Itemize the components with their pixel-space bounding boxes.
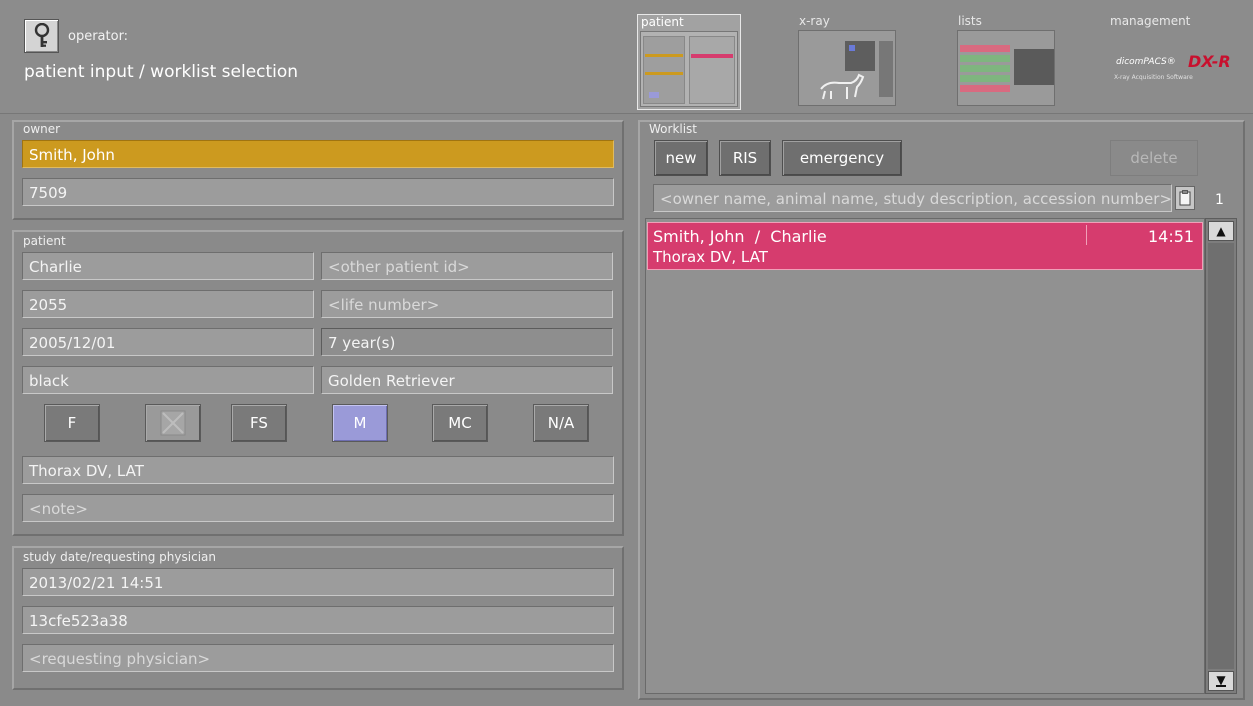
nav-tab-xray[interactable]: x-ray <box>796 14 900 110</box>
worklist-list <box>645 218 1205 694</box>
sex-button-m[interactable]: M <box>332 404 388 442</box>
owner-name-field[interactable]: Smith, John <box>22 140 614 168</box>
operator-login-button[interactable] <box>24 19 59 53</box>
requesting-physician-field[interactable]: <requesting physician> <box>22 644 614 672</box>
scroll-track[interactable] <box>1208 243 1234 669</box>
lists-thumbnail <box>957 30 1055 106</box>
sex-button-f[interactable]: F <box>44 404 100 442</box>
patient-thumbnail <box>640 31 738 107</box>
patient-name-field[interactable]: Charlie <box>22 252 314 280</box>
nav-tab-patient-label: patient <box>641 15 684 29</box>
other-patient-id-field[interactable]: <other patient id> <box>321 252 613 280</box>
worklist-emergency-button[interactable]: emergency <box>782 140 902 176</box>
study-description-field[interactable]: Thorax DV, LAT <box>22 456 614 484</box>
birth-date-field[interactable]: 2005/12/01 <box>22 328 314 356</box>
owner-id-field[interactable]: 7509 <box>22 178 614 206</box>
nav-tab-lists[interactable]: lists <box>955 14 1059 110</box>
sex-button-fs[interactable]: FS <box>231 404 287 442</box>
triangle-up-icon: ▲ <box>1216 224 1226 238</box>
worklist-row[interactable]: Smith, John / Charlie 14:51 Thorax DV, L… <box>647 222 1203 270</box>
sex-button-unknown[interactable] <box>145 404 201 442</box>
patient-legend: patient <box>23 234 66 248</box>
brand-logo: dicomPACS® DX-R X-ray Acquisition Softwa… <box>1114 52 1231 81</box>
color-field[interactable]: black <box>22 366 314 394</box>
study-date-field[interactable]: 2013/02/21 14:51 <box>22 568 614 596</box>
worklist-delete-button[interactable]: delete <box>1110 140 1198 176</box>
scroll-down-button[interactable]: ▼ <box>1208 671 1234 691</box>
worklist-row-time: 14:51 <box>1148 227 1195 246</box>
patient-id-field[interactable]: 2055 <box>22 290 314 318</box>
worklist-legend: Worklist <box>649 122 698 136</box>
worklist-row-title: Smith, John / Charlie <box>653 227 827 246</box>
life-number-field[interactable]: <life number> <box>321 290 613 318</box>
worklist-row-description: Thorax DV, LAT <box>653 248 768 266</box>
age-field: 7 year(s) <box>321 328 613 356</box>
note-field[interactable]: <note> <box>22 494 614 522</box>
worklist-ris-button[interactable]: RIS <box>719 140 771 176</box>
breed-field[interactable]: Golden Retriever <box>321 366 613 394</box>
worklist-count: 1 <box>1215 192 1224 208</box>
nav-tab-management-label: management <box>1110 14 1191 28</box>
nav-tab-xray-label: x-ray <box>799 14 830 28</box>
sex-button-na[interactable]: N/A <box>533 404 589 442</box>
worklist-scrollbar[interactable]: ▲ ▼ <box>1205 218 1237 694</box>
operator-label: operator: <box>68 29 129 44</box>
header-bar: operator: patient input / worklist selec… <box>0 0 1253 114</box>
clear-search-button[interactable] <box>1175 186 1195 210</box>
scroll-up-button[interactable]: ▲ <box>1208 221 1234 241</box>
clipboard-icon <box>1179 190 1191 206</box>
nav-tab-management[interactable]: management dicomPACS® DX-R X-ray Acquisi… <box>1110 14 1240 110</box>
owner-legend: owner <box>23 122 61 136</box>
study-legend: study date/requesting physician <box>23 550 216 564</box>
accession-number-field[interactable]: 13cfe523a38 <box>22 606 614 634</box>
cat-xray-icon <box>820 73 865 100</box>
triangle-down-bar-icon: ▼ <box>1216 673 1226 687</box>
page-title: patient input / worklist selection <box>24 62 299 82</box>
crossed-out-icon <box>160 410 186 436</box>
key-icon <box>34 23 49 47</box>
worklist-search-input[interactable]: <owner name, animal name, study descript… <box>653 184 1172 212</box>
nav-tab-patient[interactable]: patient <box>637 14 741 110</box>
sex-button-mc[interactable]: MC <box>432 404 488 442</box>
worklist-new-button[interactable]: new <box>654 140 708 176</box>
worklist-row-divider <box>1086 225 1087 245</box>
xray-thumbnail <box>798 30 896 106</box>
nav-tab-lists-label: lists <box>958 14 982 28</box>
